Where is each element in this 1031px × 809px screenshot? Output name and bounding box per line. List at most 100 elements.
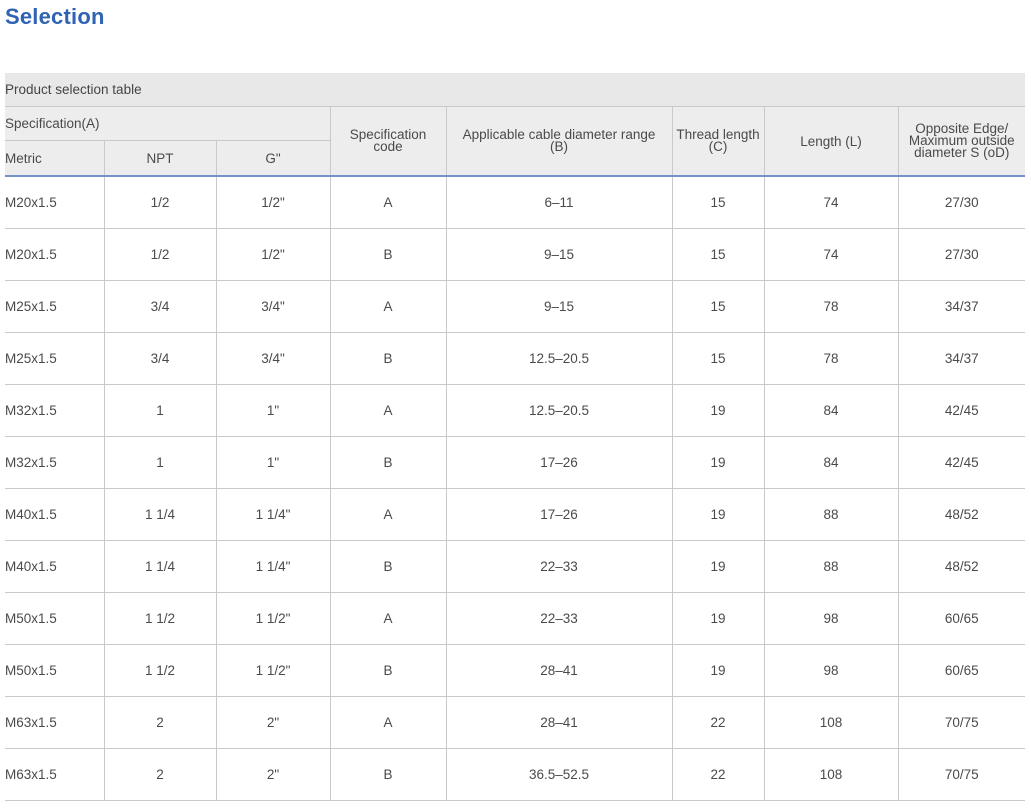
npt-cell: 1 1/4 bbox=[103, 488, 216, 541]
opposite-edge-cell: 42/45 bbox=[897, 384, 1026, 437]
g-cell: 1 1/2" bbox=[215, 592, 330, 645]
metric-cell: M20x1.5 bbox=[5, 228, 104, 281]
metric-cell: M32x1.5 bbox=[5, 384, 104, 437]
spec-code-header: Specification code bbox=[329, 106, 446, 177]
table-caption: Product selection table bbox=[5, 73, 1026, 107]
spec-code-cell: B bbox=[329, 228, 446, 281]
g-cell: 3/4" bbox=[215, 280, 330, 333]
table-row: M20x1.5 1/2 1/2" A 6–11 15 74 27/30 bbox=[5, 176, 1026, 229]
opposite-edge-cell: 60/65 bbox=[897, 592, 1026, 645]
length-cell: 84 bbox=[763, 384, 898, 437]
cable-diameter-cell: 28–41 bbox=[445, 696, 672, 749]
table-row: M20x1.5 1/2 1/2" B 9–15 15 74 27/30 bbox=[5, 228, 1026, 281]
npt-cell: 1 bbox=[103, 384, 216, 437]
npt-cell: 2 bbox=[103, 696, 216, 749]
opposite-edge-cell: 70/75 bbox=[897, 748, 1026, 801]
metric-cell: M25x1.5 bbox=[5, 280, 104, 333]
table-row: M63x1.5 2 2" A 28–41 22 108 70/75 bbox=[5, 696, 1026, 749]
thread-length-cell: 22 bbox=[671, 748, 764, 801]
opposite-edge-cell: 48/52 bbox=[897, 540, 1026, 593]
spec-code-cell: B bbox=[329, 436, 446, 489]
thread-length-cell: 19 bbox=[671, 488, 764, 541]
npt-cell: 1/2 bbox=[103, 176, 216, 229]
length-cell: 78 bbox=[763, 332, 898, 385]
thread-length-cell: 15 bbox=[671, 228, 764, 281]
opposite-edge-cell: 48/52 bbox=[897, 488, 1026, 541]
table-body: M20x1.5 1/2 1/2" A 6–11 15 74 27/30 M20x1.5 1/2 1/… bbox=[5, 176, 1026, 801]
metric-cell: M32x1.5 bbox=[5, 436, 104, 489]
opposite-edge-header: Opposite Edge/Maximum outside diameter S … bbox=[897, 106, 1026, 177]
table-row: M40x1.5 1 1/4 1 1/4" A 17–26 19 88 48/52 bbox=[5, 488, 1026, 541]
cable-diameter-cell: 9–15 bbox=[445, 228, 672, 281]
table-row: M50x1.5 1 1/2 1 1/2" B 28–41 19 98 60/65 bbox=[5, 644, 1026, 697]
length-cell: 108 bbox=[763, 748, 898, 801]
thread-length-cell: 15 bbox=[671, 176, 764, 229]
npt-cell: 1 1/4 bbox=[103, 540, 216, 593]
npt-cell: 3/4 bbox=[103, 280, 216, 333]
cable-diameter-cell: 17–26 bbox=[445, 436, 672, 489]
npt-cell: 3/4 bbox=[103, 332, 216, 385]
g-cell: 1/2" bbox=[215, 176, 330, 229]
length-cell: 98 bbox=[763, 592, 898, 645]
table-row: M63x1.5 2 2" B 36.5–52.5 22 108 70/75 bbox=[5, 748, 1026, 801]
length-cell: 88 bbox=[763, 488, 898, 541]
g-cell: 1 1/2" bbox=[215, 644, 330, 697]
thread-length-cell: 19 bbox=[671, 540, 764, 593]
cable-diameter-cell: 22–33 bbox=[445, 592, 672, 645]
metric-cell: M63x1.5 bbox=[5, 748, 104, 801]
npt-cell: 1 1/2 bbox=[103, 592, 216, 645]
cable-diameter-cell: 17–26 bbox=[445, 488, 672, 541]
opposite-edge-cell: 42/45 bbox=[897, 436, 1026, 489]
cable-diameter-cell: 28–41 bbox=[445, 644, 672, 697]
thread-length-cell: 19 bbox=[671, 644, 764, 697]
cable-diameter-cell: 12.5–20.5 bbox=[445, 384, 672, 437]
spec-code-cell: B bbox=[329, 540, 446, 593]
g-cell: 1/2" bbox=[215, 228, 330, 281]
table-row: M32x1.5 1 1" A 12.5–20.5 19 84 42/45 bbox=[5, 384, 1026, 437]
cable-diameter-cell: 22–33 bbox=[445, 540, 672, 593]
metric-cell: M50x1.5 bbox=[5, 592, 104, 645]
table-row: M50x1.5 1 1/2 1 1/2" A 22–33 19 98 60/65 bbox=[5, 592, 1026, 645]
spec-code-cell: B bbox=[329, 332, 446, 385]
metric-cell: M20x1.5 bbox=[5, 176, 104, 229]
spec-code-cell: A bbox=[329, 488, 446, 541]
length-cell: 88 bbox=[763, 540, 898, 593]
g-cell: 1 1/4" bbox=[215, 540, 330, 593]
length-cell: 74 bbox=[763, 176, 898, 229]
g-cell: 1" bbox=[215, 436, 330, 489]
thread-length-cell: 19 bbox=[671, 436, 764, 489]
page-title: Selection bbox=[5, 4, 105, 29]
spec-code-cell: A bbox=[329, 384, 446, 437]
npt-header: NPT bbox=[103, 140, 216, 177]
opposite-edge-cell: 27/30 bbox=[897, 228, 1026, 281]
thread-length-cell: 15 bbox=[671, 332, 764, 385]
specification-group-header: Specification(A) bbox=[5, 106, 330, 141]
g-cell: 1 1/4" bbox=[215, 488, 330, 541]
spec-code-cell: A bbox=[329, 696, 446, 749]
spec-code-cell: A bbox=[329, 280, 446, 333]
table-row: M32x1.5 1 1" B 17–26 19 84 42/45 bbox=[5, 436, 1026, 489]
length-header: Length (L) bbox=[763, 106, 898, 177]
thread-length-cell: 19 bbox=[671, 592, 764, 645]
g-cell: 3/4" bbox=[215, 332, 330, 385]
npt-cell: 1 bbox=[103, 436, 216, 489]
g-cell: 2" bbox=[215, 696, 330, 749]
spec-code-cell: B bbox=[329, 644, 446, 697]
metric-header: Metric bbox=[5, 140, 104, 177]
cable-diameter-header: Applicable cable diameter range (B) bbox=[445, 106, 672, 177]
npt-cell: 1/2 bbox=[103, 228, 216, 281]
metric-cell: M40x1.5 bbox=[5, 488, 104, 541]
g-cell: 1" bbox=[215, 384, 330, 437]
g-cell: 2" bbox=[215, 748, 330, 801]
thread-length-header: Thread length (C) bbox=[671, 106, 764, 177]
length-cell: 98 bbox=[763, 644, 898, 697]
table-row: M25x1.5 3/4 3/4" B 12.5–20.5 15 78 34/37 bbox=[5, 332, 1026, 385]
table-row: M25x1.5 3/4 3/4" A 9–15 15 78 34/37 bbox=[5, 280, 1026, 333]
cable-diameter-cell: 6–11 bbox=[445, 176, 672, 229]
length-cell: 78 bbox=[763, 280, 898, 333]
length-cell: 84 bbox=[763, 436, 898, 489]
metric-cell: M63x1.5 bbox=[5, 696, 104, 749]
spec-code-cell: A bbox=[329, 592, 446, 645]
spec-code-cell: B bbox=[329, 748, 446, 801]
metric-cell: M25x1.5 bbox=[5, 332, 104, 385]
